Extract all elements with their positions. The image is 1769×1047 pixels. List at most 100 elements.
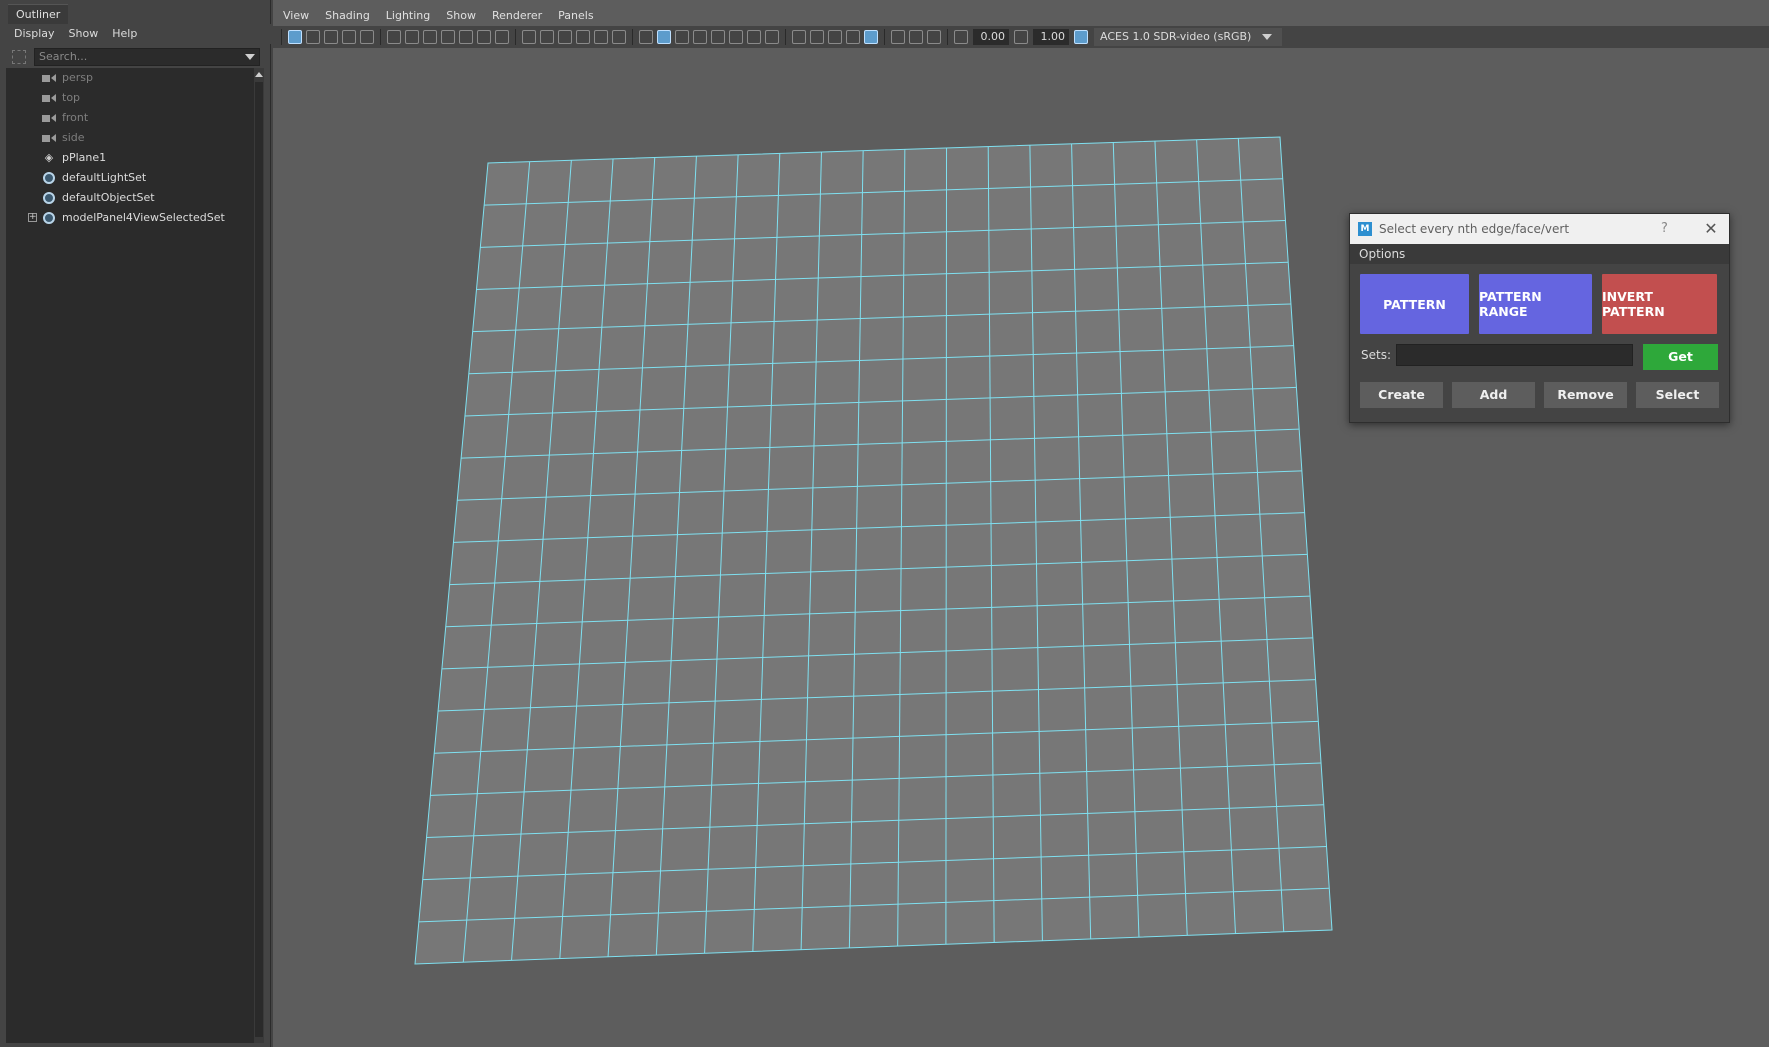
color-space-dropdown[interactable]: ACES 1.0 SDR-video (sRGB) [1094, 28, 1282, 46]
menu-view[interactable]: View [283, 6, 309, 26]
field-chart-icon[interactable] [594, 30, 608, 44]
film-gate-toggle-icon[interactable] [540, 30, 554, 44]
paint-icon[interactable] [495, 30, 509, 44]
menu-panels[interactable]: Panels [558, 6, 593, 26]
tree-item-front[interactable]: front [6, 108, 254, 128]
xray-joints-icon[interactable] [864, 30, 878, 44]
tree-item-label: defaultLightSet [62, 171, 147, 184]
tree-item-label: defaultObjectSet [62, 191, 155, 204]
menu-shading[interactable]: Shading [325, 6, 370, 26]
color-management-icon[interactable] [1074, 30, 1088, 44]
2d-pan-zoom-icon[interactable] [423, 30, 437, 44]
menu-lighting[interactable]: Lighting [386, 6, 430, 26]
expand-icon[interactable]: + [28, 213, 37, 222]
tree-item-label: persp [62, 71, 93, 84]
viewport-panel[interactable]: View Shading Lighting Show Renderer Pane… [273, 0, 1769, 1047]
safe-action-icon[interactable] [612, 30, 626, 44]
xray-icon[interactable] [711, 30, 725, 44]
image-plane-icon[interactable] [342, 30, 356, 44]
toolbar-separator [632, 29, 633, 45]
camera-bookmark-icon[interactable] [405, 30, 419, 44]
isolate-select-icon[interactable] [846, 30, 860, 44]
tree-item-side[interactable]: side [6, 128, 254, 148]
ambient-occlusion-icon[interactable] [765, 30, 779, 44]
gate-mask-icon[interactable] [576, 30, 590, 44]
add-button[interactable]: Add [1452, 382, 1535, 408]
camera-attributes-icon[interactable] [387, 30, 401, 44]
select-button[interactable]: Select [1636, 382, 1719, 408]
plane-face[interactable] [414, 136, 1333, 965]
scroll-up-arrow-icon[interactable] [255, 72, 263, 77]
maya-app-icon: M [1358, 222, 1372, 236]
dialog-titlebar[interactable]: M Select every nth edge/face/vert ? ✕ [1350, 214, 1729, 244]
bookmark-icon[interactable] [324, 30, 338, 44]
backface-icon[interactable] [909, 30, 923, 44]
lock-camera-icon[interactable] [306, 30, 320, 44]
set-icon [42, 172, 56, 184]
search-input[interactable]: Search... [34, 48, 260, 66]
gamma-field[interactable]: 1.00 [1033, 29, 1069, 45]
resolution-gate-icon[interactable] [558, 30, 572, 44]
dialog-title: Select every nth edge/face/vert [1379, 222, 1570, 236]
textured-icon[interactable] [693, 30, 707, 44]
safe-area-icon[interactable] [477, 30, 491, 44]
toolbar-separator [785, 29, 786, 45]
pattern-range-button[interactable]: PATTERN RANGE [1479, 274, 1592, 334]
gamma-icon[interactable] [1014, 30, 1028, 44]
toolbar-separator [884, 29, 885, 45]
depth-of-field-icon[interactable] [828, 30, 842, 44]
outliner-tab[interactable]: Outliner [8, 4, 69, 25]
close-icon[interactable]: ✕ [1700, 214, 1722, 244]
sets-label: Sets: [1361, 348, 1391, 362]
smooth-shade-icon[interactable] [657, 30, 671, 44]
exposure-field[interactable]: 0.00 [973, 29, 1009, 45]
scroll-thumb[interactable] [255, 82, 263, 1037]
help-icon[interactable]: ? [1661, 214, 1668, 244]
wireframe-icon[interactable] [639, 30, 653, 44]
grid-icon[interactable] [522, 30, 536, 44]
tree-item-label: top [62, 91, 81, 104]
set-icon [42, 212, 56, 224]
create-button[interactable]: Create [1360, 382, 1443, 408]
remove-button[interactable]: Remove [1544, 382, 1627, 408]
exposure-icon[interactable] [954, 30, 968, 44]
lights-icon[interactable] [729, 30, 743, 44]
chevron-down-icon[interactable] [1262, 34, 1272, 40]
select-camera-icon[interactable] [288, 30, 302, 44]
tree-item-defaultObjectSet[interactable]: defaultObjectSet [6, 188, 254, 208]
menu-show[interactable]: Show [69, 24, 99, 44]
camera-icon [42, 132, 56, 144]
invert-pattern-button[interactable]: INVERT PATTERN [1602, 274, 1717, 334]
menu-help[interactable]: Help [112, 24, 137, 44]
outliner-panel: Outliner Display Show Help Search... per… [0, 0, 284, 1047]
tree-item-pPlane1[interactable]: ◈ pPlane1 [6, 148, 254, 168]
camera-icon [42, 112, 56, 124]
menu-show[interactable]: Show [446, 6, 476, 26]
tree-item-top[interactable]: top [6, 88, 254, 108]
tree-item-persp[interactable]: persp [6, 68, 254, 88]
shadows-icon[interactable] [747, 30, 761, 44]
options-section-header[interactable]: Options [1350, 244, 1729, 264]
default-material-icon[interactable] [675, 30, 689, 44]
plane-mesh[interactable] [273, 0, 1769, 1047]
menu-display[interactable]: Display [14, 24, 55, 44]
film-gate-icon[interactable] [360, 30, 374, 44]
menu-renderer[interactable]: Renderer [492, 6, 542, 26]
grease-pencil-icon[interactable] [441, 30, 455, 44]
xray-active-icon[interactable] [891, 30, 905, 44]
mesh-transform-icon: ◈ [44, 151, 54, 164]
motion-blur-icon[interactable] [792, 30, 806, 44]
filter-icon[interactable] [12, 50, 26, 64]
anti-aliasing-icon[interactable] [810, 30, 824, 44]
scrollbar[interactable] [254, 68, 264, 1043]
get-button[interactable]: Get [1643, 344, 1718, 370]
sets-field[interactable] [1396, 344, 1633, 366]
pattern-button[interactable]: PATTERN [1360, 274, 1469, 334]
mesh-edge[interactable] [945, 147, 948, 945]
viewport-menubar: View Shading Lighting Show Renderer Pane… [273, 6, 594, 26]
hud-icon[interactable] [927, 30, 941, 44]
resolution-icon[interactable] [459, 30, 473, 44]
chevron-down-icon[interactable] [245, 54, 255, 60]
tree-item-defaultLightSet[interactable]: defaultLightSet [6, 168, 254, 188]
tree-item-modelPanel4ViewSelectedSet[interactable]: + modelPanel4ViewSelectedSet [6, 208, 254, 228]
